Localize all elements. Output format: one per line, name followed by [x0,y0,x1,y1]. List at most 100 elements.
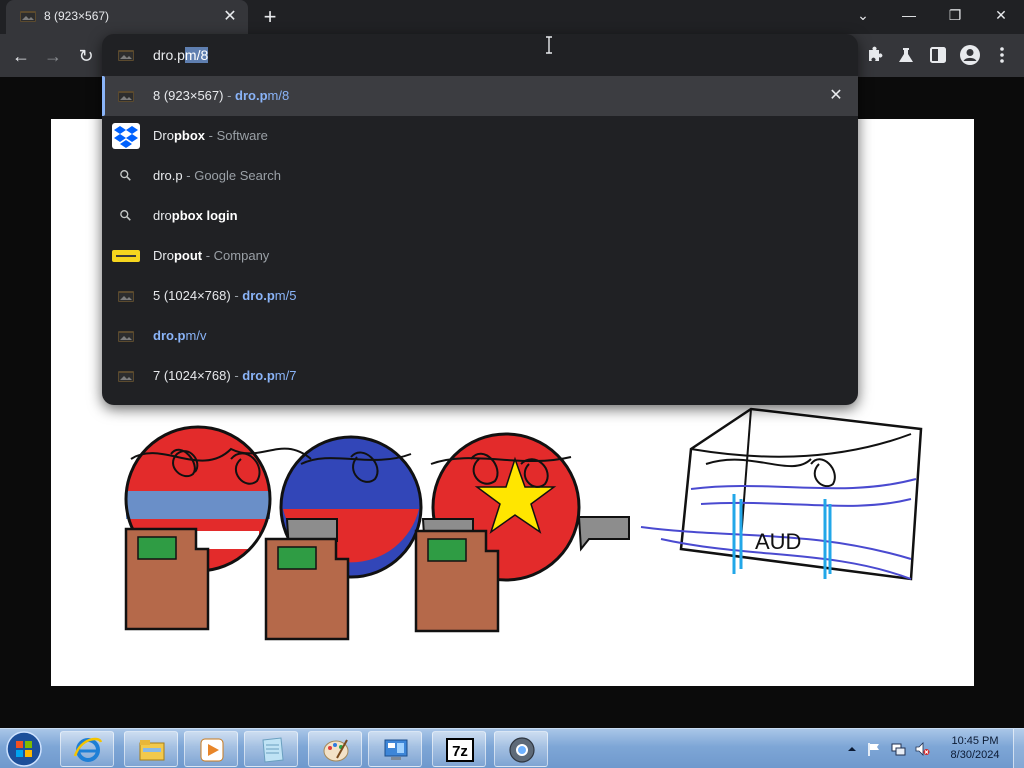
tab-active[interactable]: 8 (923×567) ✕ [6,0,248,34]
show-hidden-icons-icon[interactable] [844,741,860,757]
taskbar-chrome[interactable] [494,731,548,767]
taskbar-media-player[interactable] [184,731,238,767]
labs-flask-icon[interactable] [895,44,917,66]
7zip-icon: 7z [446,738,474,762]
suggestion-title: 7 (1024×768) [153,368,231,383]
suggestion-url-match: dro.p [242,368,275,383]
suggestion-separator: - [230,368,243,383]
screen: 8 (923×567) ✕ + ⌄ — ❐ ✕ ← → ↻ AUD dro.pm… [0,0,1024,768]
suggestion-name-rest: pout [173,248,203,263]
tab-title: 8 (923×567) [44,9,110,23]
suggestion-description: Software [216,128,268,143]
suggestion-url-match: dro.p [235,88,268,103]
suggestion-url-match: dro.p [153,328,186,343]
suggestion-separator: - [182,168,195,183]
show-desktop-button[interactable] [1013,729,1024,768]
suggestion-url-rest: m/5 [274,288,297,303]
suggestion-history-7[interactable]: 7 (1024×768) - dro.pm/7 [102,356,858,396]
box-label: AUD [755,529,801,554]
suggestion-typed: dro [153,208,172,223]
omnibox-dropdown: dro.pm/8 8 (923×567) - dro.pm/8 ✕ Dropbo… [102,34,858,405]
taskbar-7zip[interactable]: 7z [432,731,486,767]
suggestion-search-dropbox-login[interactable]: dropbox login [102,196,858,236]
omnibox-text[interactable]: dro.pm/8 [153,47,209,63]
folder-image-icon [118,371,134,382]
chrome-icon [509,737,535,763]
suggestion-separator: - [223,88,236,103]
menu-kebab-icon[interactable] [991,44,1013,66]
suggestion-url-match: dro.p [242,288,275,303]
suggestion-url-rest: m/v [185,328,207,343]
suggestion-separator: - [202,248,214,263]
media-player-icon [200,738,224,762]
back-icon[interactable]: ← [8,43,34,69]
suggestion-description: Company [213,248,270,263]
control-panel-icon [384,739,408,760]
close-tab-icon[interactable]: ✕ [220,7,240,27]
suggestion-name-typed: Dro [153,248,174,263]
suggestion-title: 5 (1024×768) [153,288,231,303]
suggestion-query: dro.p [153,168,183,183]
clock-time: 10:45 PM [951,735,999,747]
tab-search-icon[interactable]: ⌄ [840,0,886,30]
text-cursor-icon [546,36,552,54]
paint-icon [323,739,349,762]
suggestion-history-5[interactable]: 5 (1024×768) - dro.pm/5 [102,276,858,316]
folder-image-icon [118,50,134,61]
folder-image-icon [118,91,134,102]
suggestion-url-rest: m/7 [274,368,297,383]
window-close-icon[interactable]: ✕ [978,0,1024,30]
search-icon [120,210,131,221]
crying-box: AUD [640,407,923,581]
dropout-logo-icon [112,250,140,262]
taskbar: 7z 10:45 PM 8/30/2024 [0,728,1024,768]
7zip-label: 7z [452,743,468,760]
suggestion-dropbox[interactable]: Dropbox - Software [102,116,858,156]
system-clock[interactable]: 10:45 PM 8/30/2024 [943,734,1007,762]
minimize-icon[interactable]: — [886,0,932,30]
suggestion-title: 8 (923×567) [153,88,224,103]
folder-image-icon [118,291,134,302]
forward-icon[interactable]: → [40,43,66,69]
taskbar-internet-explorer[interactable] [60,731,114,767]
suggestion-name-rest: pbox [173,128,206,143]
suggestion-url-rest: m/8 [267,88,290,103]
dropbox-logo-icon [112,123,140,149]
suggestion-description: Google Search [194,168,281,183]
suggestion-dropout[interactable]: Dropout - Company [102,236,858,276]
tab-strip: 8 (923×567) ✕ + ⌄ — ❐ ✕ [0,0,1024,34]
network-icon[interactable] [890,741,906,757]
profile-avatar-icon[interactable] [959,44,981,66]
omnibox-autocomplete-text: m/8 [184,47,209,63]
taskbar-notepad[interactable] [244,731,298,767]
clock-date: 8/30/2024 [950,749,1000,761]
omnibox-input[interactable]: dro.pm/8 [102,34,858,76]
new-tab-icon[interactable]: + [258,5,282,29]
taskbar-file-explorer[interactable] [124,731,178,767]
suggestion-completion: pbox login [171,208,238,223]
file-explorer-icon [139,740,165,761]
taskbar-paint[interactable] [308,731,362,767]
restore-icon[interactable]: ❐ [932,0,978,30]
reload-icon[interactable]: ↻ [73,43,99,69]
suggestion-separator: - [230,288,243,303]
volume-muted-icon[interactable] [914,741,930,757]
money-boxes [124,527,500,641]
start-orb-icon[interactable] [4,730,44,768]
internet-explorer-icon [73,737,103,762]
search-icon [120,170,131,181]
suggestion-name-typed: Dro [153,128,174,143]
suggestion-search-drop[interactable]: dro.p - Google Search [102,156,858,196]
side-panel-icon[interactable] [927,44,949,66]
remove-suggestion-icon[interactable]: ✕ [826,86,846,106]
taskbar-control-panel[interactable] [368,731,422,767]
folder-image-icon [118,331,134,342]
folder-image-icon [20,11,36,22]
extensions-puzzle-icon[interactable] [863,44,885,66]
notepad-icon [262,737,284,763]
suggestion-history-8[interactable]: 8 (923×567) - dro.pm/8 ✕ [102,76,858,116]
suggestion-separator: - [205,128,217,143]
suggestion-url-v[interactable]: dro.pm/v [102,316,858,356]
omnibox-typed-text: dro.p [153,47,185,63]
action-center-flag-icon[interactable] [866,741,882,757]
